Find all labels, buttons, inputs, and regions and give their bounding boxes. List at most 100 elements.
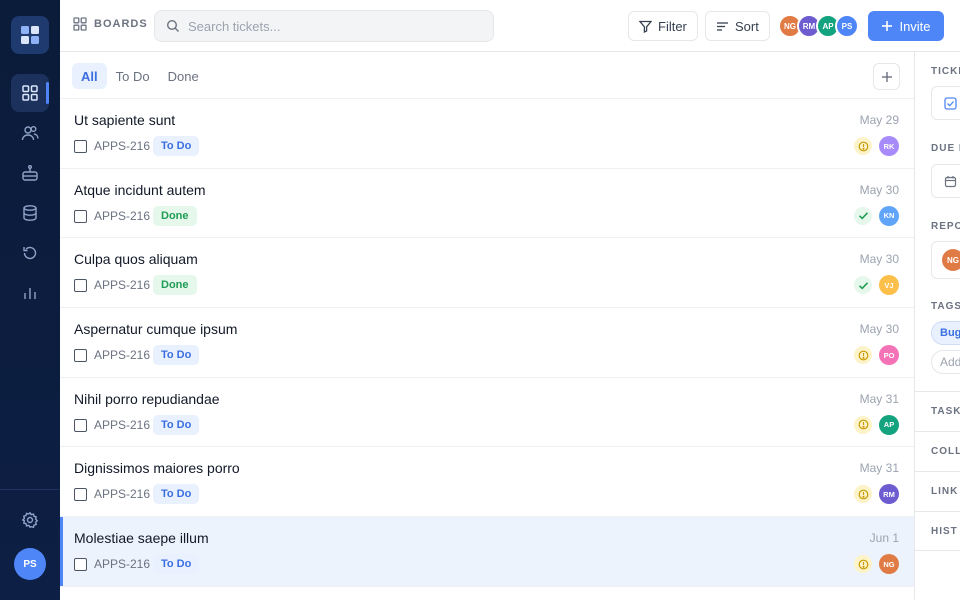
ticket-title[interactable]: Molestiae saepe illum [74, 530, 209, 546]
ticket-checkbox[interactable] [74, 279, 87, 293]
sidebar-item-reports[interactable] [11, 274, 49, 312]
ticket-title[interactable]: Dignissimos maiores porro [74, 460, 240, 476]
ticket-key: APPS-216 [94, 417, 151, 432]
tab-all[interactable]: All [72, 63, 107, 89]
robot-icon [22, 165, 38, 181]
ticket-date: May 30 [859, 252, 899, 267]
assignee-avatar[interactable]: VJ [879, 275, 899, 296]
ticket-list: Ut sapiente sunt May 29 APPS-216 To Do RK Atq… [60, 99, 914, 587]
ticket-title[interactable]: Atque incidunt autem [74, 182, 206, 198]
status-badge[interactable]: To Do [153, 345, 200, 366]
status-badge[interactable]: To Do [153, 414, 200, 435]
status-badge[interactable]: Done [153, 275, 197, 296]
ticket-type-field[interactable] [931, 86, 960, 120]
status-badge[interactable]: To Do [153, 136, 200, 156]
ticket-key: APPS-216 [94, 139, 151, 153]
sidebar-item-automation[interactable] [11, 154, 49, 192]
ticket-date: Jun 1 [869, 531, 899, 546]
ticket-key: APPS-216 [94, 348, 151, 363]
ticket-checkbox[interactable] [74, 140, 87, 153]
section-links[interactable]: LINK [915, 471, 960, 511]
add-tag-button[interactable]: Add [931, 350, 960, 374]
sort-button[interactable]: Sort [705, 11, 770, 41]
section-label: COLL [931, 446, 960, 457]
ticket-row[interactable]: Atque incidunt autem May 30 APPS-216 Done KN [60, 169, 914, 239]
search-box[interactable] [154, 10, 494, 42]
sidebar-item-history[interactable] [11, 234, 49, 272]
grid-icon [73, 17, 87, 31]
ticket-title[interactable]: Aspernatur cumque ipsum [74, 321, 237, 337]
settings-button[interactable] [11, 501, 49, 539]
filter-button[interactable]: Filter [628, 11, 698, 41]
status-badge[interactable]: To Do [153, 554, 200, 575]
check-icon [854, 276, 872, 295]
current-user-avatar[interactable]: PS [14, 548, 46, 580]
assignee-avatar[interactable]: NG [879, 554, 899, 575]
alert-icon [854, 346, 872, 365]
ticket-date: May 30 [859, 182, 899, 197]
logo-icon [21, 26, 39, 44]
invite-button[interactable]: Invite [868, 11, 944, 41]
assignee-avatar[interactable]: RM [879, 484, 899, 505]
alert-icon [854, 555, 872, 574]
database-icon [23, 205, 37, 221]
assignee-avatar[interactable]: AP [879, 414, 899, 435]
ticket-title[interactable]: Ut sapiente sunt [74, 112, 175, 128]
sidebar-item-boards[interactable] [11, 74, 49, 112]
plus-icon [882, 21, 893, 31]
breadcrumb[interactable]: BOARDS [73, 17, 148, 31]
assignee-avatar[interactable]: PO [879, 345, 899, 366]
filter-icon [639, 20, 652, 33]
ticket-checkbox[interactable] [74, 558, 87, 572]
tab-done[interactable]: Done [159, 63, 208, 89]
tag-chip[interactable]: Bug [931, 321, 960, 345]
status-tabs: All To Do Done [72, 63, 208, 89]
search-input[interactable] [188, 18, 468, 34]
breadcrumb-label: BOARDS [94, 18, 148, 30]
ticket-row[interactable]: Dignissimos maiores porro May 31 APPS-216 T… [60, 447, 914, 518]
tab-todo[interactable]: To Do [107, 63, 159, 89]
ticket-key: APPS-216 [94, 557, 151, 572]
assignee-avatar[interactable]: KN [879, 205, 899, 226]
ticket-title[interactable]: Nihil porro repudiandae [74, 391, 220, 407]
add-button[interactable] [873, 63, 900, 90]
assignee-avatar[interactable]: RK [879, 136, 899, 156]
due-date-field[interactable] [931, 164, 960, 198]
ticket-checkbox[interactable] [74, 349, 87, 363]
ticket-row[interactable]: Nihil porro repudiandae May 31 APPS-216 To … [60, 378, 914, 448]
ticket-key: APPS-216 [94, 208, 151, 223]
sidebar-item-database[interactable] [11, 194, 49, 232]
status-badge[interactable]: Done [153, 205, 197, 226]
reporter-avatar: NG [942, 249, 960, 271]
reporter-field[interactable]: NG [931, 241, 960, 279]
gear-icon [21, 511, 39, 529]
selected-indicator [60, 517, 63, 586]
tags-label: TAGS [931, 301, 960, 312]
filter-label: Filter [658, 18, 687, 34]
member-avatar[interactable]: PS [835, 14, 859, 38]
ticket-checkbox[interactable] [74, 488, 87, 502]
section-collaborators[interactable]: COLL [915, 431, 960, 471]
section-tasks[interactable]: TASK [915, 391, 960, 431]
section-label: TASK [931, 406, 960, 417]
users-icon [21, 126, 39, 141]
ticket-title[interactable]: Culpa quos aliquam [74, 251, 198, 267]
status-badge[interactable]: To Do [153, 484, 200, 505]
checkbox-icon [944, 96, 957, 110]
ticket-row[interactable]: Culpa quos aliquam May 30 APPS-216 Done VJ [60, 238, 914, 309]
sidebar-item-users[interactable] [11, 114, 49, 152]
ticket-checkbox[interactable] [74, 418, 87, 432]
app-logo[interactable] [11, 16, 49, 54]
section-history[interactable]: HIST [915, 511, 960, 551]
plus-icon [881, 71, 892, 82]
ticket-checkbox[interactable] [74, 209, 87, 223]
grid-icon [22, 85, 38, 101]
alert-icon [854, 137, 872, 155]
reporter-label: REPO [931, 221, 960, 232]
ticket-row[interactable]: Ut sapiente sunt May 29 APPS-216 To Do RK [60, 99, 914, 169]
active-indicator [46, 82, 49, 104]
check-icon [854, 206, 872, 225]
section-label: LINK [931, 486, 959, 497]
ticket-row[interactable]: Molestiae saepe illum Jun 1 APPS-216 To Do N… [60, 517, 914, 587]
ticket-row[interactable]: Aspernatur cumque ipsum May 30 APPS-216 To … [60, 308, 914, 378]
